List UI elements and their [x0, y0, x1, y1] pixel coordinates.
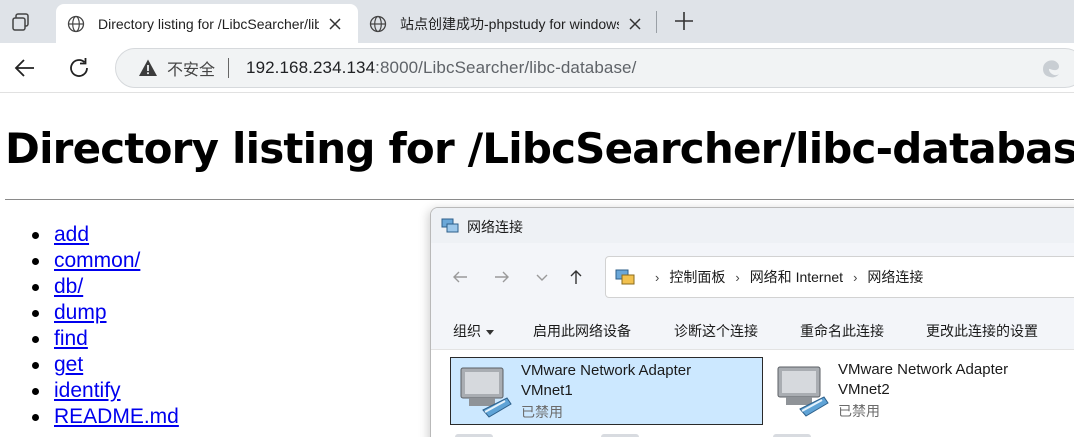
window-title-bar[interactable]: 网络连接 [431, 208, 1074, 243]
adapter-item-vmnet2[interactable]: VMware Network Adapter VMnet2 已禁用 [768, 357, 1074, 425]
security-label: 不安全 [167, 62, 216, 79]
url-path: :8000/LibcSearcher/libc-database/ [375, 58, 637, 77]
list-item: add [32, 222, 179, 248]
enable-device-button[interactable]: 启用此网络设备 [533, 321, 631, 341]
adapter-item-vmnet1[interactable]: VMware Network Adapter VMnet1 已禁用 [450, 357, 763, 425]
forward-arrow-icon[interactable] [493, 268, 511, 286]
tab-title: 站点创建成功-phpstudy for windows [400, 15, 619, 32]
change-settings-button[interactable]: 更改此连接的设置 [926, 321, 1038, 341]
tab-title: Directory listing for /LibcSearcher/libc… [98, 15, 319, 32]
horizontal-rule [5, 199, 1074, 200]
adapter-name: VMware Network Adapter [521, 362, 692, 379]
divider [228, 58, 230, 78]
window-title: 网络连接 [467, 219, 523, 235]
new-tab-icon[interactable] [673, 10, 695, 32]
tab-phpstudy[interactable]: 站点创建成功-phpstudy for windows [358, 4, 658, 43]
tab-actions-icon[interactable] [10, 11, 32, 33]
folder-link-db[interactable]: db/ [54, 275, 83, 298]
chevron-down-icon[interactable] [533, 268, 551, 286]
file-link-readme[interactable]: README.md [54, 405, 179, 428]
chevron-right-icon: › [655, 269, 660, 285]
file-link-add[interactable]: add [54, 223, 89, 246]
file-link-find[interactable]: find [54, 327, 88, 350]
network-connections-window[interactable]: 网络连接 › 控制面板 › 网络和 Internet › 网络连接 组织 启用此… [430, 207, 1074, 437]
chevron-right-icon: › [735, 269, 740, 285]
list-item: README.md [32, 404, 179, 430]
list-item: identify [32, 378, 179, 404]
breadcrumb-network-internet[interactable]: 网络和 Internet [750, 267, 843, 287]
folder-link-common[interactable]: common/ [54, 249, 140, 272]
file-link-dump[interactable]: dump [54, 301, 107, 324]
globe-icon [369, 15, 387, 32]
url-host: 192.168.234.134 [246, 58, 376, 77]
list-item: get [32, 352, 179, 378]
list-item: common/ [32, 248, 179, 274]
tab-separator [656, 11, 657, 33]
caret-down-icon [486, 329, 494, 335]
adapter-id: VMnet2 [838, 381, 890, 398]
address-bar[interactable]: 不安全 192.168.234.134:8000/LibcSearcher/li… [115, 48, 1074, 88]
edge-logo-icon[interactable] [1040, 57, 1062, 79]
chevron-right-icon: › [853, 269, 858, 285]
network-adapter-icon [460, 367, 512, 418]
explorer-command-bar: 组织 启用此网络设备 诊断这个连接 重命名此连接 更改此连接的设置 [431, 308, 1074, 350]
breadcrumb-control-panel[interactable]: 控制面板 [669, 267, 725, 287]
reload-icon[interactable] [66, 55, 92, 81]
organize-button[interactable]: 组织 [453, 321, 494, 341]
adapter-status: 已禁用 [838, 403, 880, 419]
back-arrow-icon[interactable] [12, 55, 38, 81]
list-item: dump [32, 300, 179, 326]
network-adapter-icon [777, 366, 829, 417]
tab-directory-listing[interactable]: Directory listing for /LibcSearcher/libc… [56, 4, 358, 43]
explorer-address-bar[interactable]: › 控制面板 › 网络和 Internet › 网络连接 [605, 256, 1074, 298]
network-connections-icon [441, 218, 459, 233]
breadcrumb-network-connections[interactable]: 网络连接 [867, 267, 923, 287]
warning-icon[interactable] [138, 58, 158, 78]
adapter-name: VMware Network Adapter [838, 361, 1009, 378]
control-panel-icon [615, 269, 635, 285]
list-item: db/ [32, 274, 179, 300]
adapter-status: 已禁用 [521, 404, 563, 420]
list-item: find [32, 326, 179, 352]
back-arrow-icon[interactable] [451, 268, 469, 286]
diagnose-button[interactable]: 诊断这个连接 [674, 321, 758, 341]
browser-toolbar: 不安全 192.168.234.134:8000/LibcSearcher/li… [0, 43, 1074, 93]
organize-label: 组织 [453, 323, 481, 339]
close-tab-icon[interactable] [627, 16, 643, 32]
browser-tab-bar: Directory listing for /LibcSearcher/libc… [0, 0, 1074, 43]
file-link-identify[interactable]: identify [54, 379, 121, 402]
directory-list: add common/ db/ dump find get identify R… [32, 222, 179, 430]
up-arrow-icon[interactable] [567, 268, 585, 286]
page-title: Directory listing for /LibcSearcher/libc… [5, 124, 1074, 173]
file-link-get[interactable]: get [54, 353, 83, 376]
globe-icon [67, 15, 85, 32]
adapter-id: VMnet1 [521, 382, 573, 399]
explorer-nav-bar: › 控制面板 › 网络和 Internet › 网络连接 [431, 243, 1074, 308]
close-tab-icon[interactable] [327, 16, 343, 32]
url-text: 192.168.234.134:8000/LibcSearcher/libc-d… [246, 58, 636, 78]
rename-button[interactable]: 重命名此连接 [800, 321, 884, 341]
